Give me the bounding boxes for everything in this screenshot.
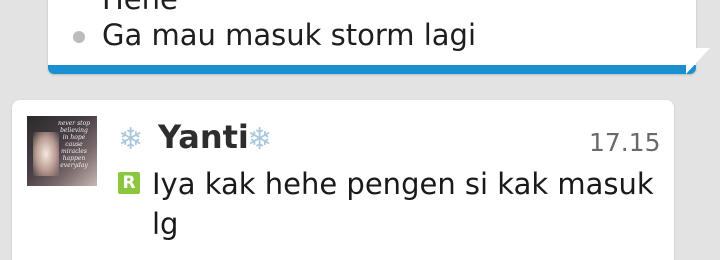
bubble-accent-bar	[48, 65, 696, 74]
read-receipt-icon: R	[118, 172, 140, 194]
bubble-tail	[686, 48, 710, 74]
previous-message-line: Hehe	[102, 0, 178, 16]
bullet-icon	[73, 31, 85, 43]
previous-message-line: Ga mau masuk storm lagi	[102, 18, 476, 52]
message-timestamp: 17.15	[589, 128, 661, 157]
avatar[interactable]: never stop believing in hope cause miracles h…	[27, 116, 97, 186]
sender-name[interactable]: Yanti	[158, 118, 249, 156]
snowflake-icon: ❄	[247, 122, 273, 157]
message-text: Iya kak hehe pengen si kak masuk lg	[152, 167, 654, 241]
snowflake-icon: ❄	[118, 122, 144, 157]
avatar-image-text: never stop believing in hope cause miracles h…	[57, 120, 91, 169]
